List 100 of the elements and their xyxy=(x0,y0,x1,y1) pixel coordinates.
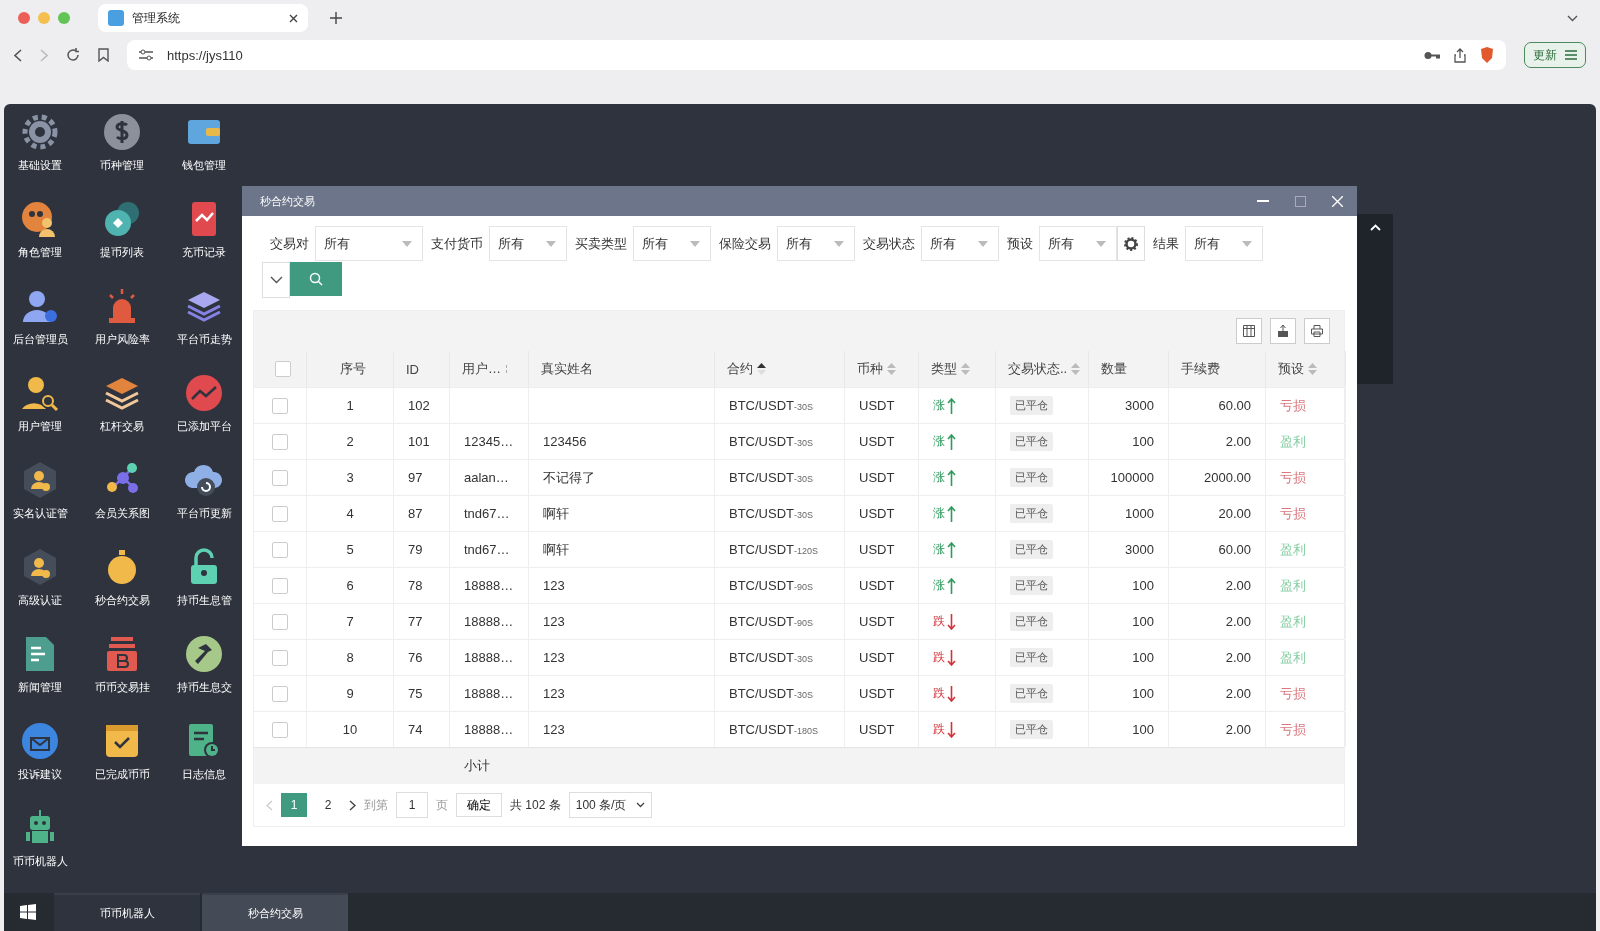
update-button[interactable]: 更新 xyxy=(1524,42,1586,68)
table-row[interactable]: 1 102 BTC/USDT-30S USDT 涨 已平仓 3000 60.00 亏损 xyxy=(254,387,1344,423)
table-cell: USDT xyxy=(859,506,895,521)
column-header[interactable]: ID xyxy=(394,351,450,387)
table-cell: 2.00 xyxy=(1225,650,1251,665)
desktop-shortcut[interactable]: 会员关系图 xyxy=(86,456,158,543)
table-cell: BTC/USDT-90S xyxy=(729,578,813,593)
filter-dropdown[interactable]: 所有 xyxy=(777,226,855,261)
table-cell: BTC/USDT-90S xyxy=(729,614,813,629)
desktop-shortcut[interactable]: 日志信息 xyxy=(168,717,240,804)
desktop-shortcut[interactable]: 高级认证 xyxy=(4,543,76,630)
table-row[interactable]: 5 79 tnd67… 啊轩 BTC/USDT-120S USDT 涨 已平仓 3000 60.00 盈利 xyxy=(254,531,1344,567)
column-header[interactable]: 数量 xyxy=(1089,351,1169,387)
table-cell: tnd67… xyxy=(464,506,510,521)
table-row[interactable]: 4 87 tnd67… 啊轩 BTC/USDT-30S USDT 涨 已平仓 1000 20.00 亏损 xyxy=(254,495,1344,531)
table-cell: 盈利 xyxy=(1280,612,1306,631)
table-cell: BTC/USDT-30S xyxy=(729,434,813,449)
column-header[interactable]: 类型 xyxy=(919,351,996,387)
table-row[interactable]: 7 77 18888… 123 BTC/USDT-90S USDT 跌 已平仓 100 2.00 盈利 xyxy=(254,603,1344,639)
table-cell: 123 xyxy=(543,578,565,593)
filter-dropdown[interactable]: 所有 xyxy=(633,226,711,261)
address-bar[interactable]: https://jys110 xyxy=(127,40,1506,70)
filter-dropdown[interactable]: 所有 xyxy=(921,226,999,261)
desktop-shortcut[interactable]: 已完成币币 xyxy=(86,717,158,804)
table-cell: 123456 xyxy=(543,434,587,449)
table-cell: 18888… xyxy=(464,578,514,593)
table-cell: 3 xyxy=(346,470,354,485)
column-header[interactable]: 用户… xyxy=(450,351,529,387)
confirm-button[interactable]: 确定 xyxy=(456,793,502,817)
taskbar-item[interactable]: 秒合约交易 xyxy=(202,893,348,931)
taskbar-item[interactable]: 币币机器人 xyxy=(54,893,200,931)
filter-dropdown[interactable]: 所有 xyxy=(1185,226,1263,261)
column-header[interactable]: 合约 xyxy=(715,351,845,387)
table-cell: BTC/USDT-120S xyxy=(729,542,819,557)
table-cell: 76 xyxy=(408,650,423,665)
desktop-shortcut[interactable]: 币币机器人 xyxy=(4,804,76,891)
filter-label: 交易状态 xyxy=(863,234,915,253)
table-cell: USDT xyxy=(859,686,895,701)
desktop-shortcut[interactable]: 币种管理 xyxy=(86,108,158,195)
table-cell: 102 xyxy=(408,398,430,413)
direction-label: 涨 xyxy=(933,433,956,450)
desktop-shortcut[interactable]: 基础设置 xyxy=(4,108,76,195)
desktop-shortcut[interactable]: 投诉建议 xyxy=(4,717,76,804)
column-header[interactable]: 预设 xyxy=(1266,351,1346,387)
desktop-shortcut[interactable]: 秒合约交易 xyxy=(86,543,158,630)
browser-tab[interactable]: 管理系统 xyxy=(98,4,308,32)
table-cell: USDT xyxy=(859,722,895,737)
table-cell: 18888… xyxy=(464,614,514,629)
desktop-shortcut[interactable]: 角色管理 xyxy=(4,195,76,282)
desktop-shortcut[interactable]: 平台币走势 xyxy=(168,282,240,369)
desktop-shortcut[interactable]: 平台币更新 xyxy=(168,456,240,543)
page-size-dropdown[interactable]: 100 条/页 xyxy=(568,792,653,818)
table-row[interactable]: 3 97 aalan… 不记得了 BTC/USDT-30S USDT 涨 已平仓 100000 2000.00 亏损 xyxy=(254,459,1344,495)
desktop-shortcut[interactable]: 持币生息管 xyxy=(168,543,240,630)
table-row[interactable]: 8 76 18888… 123 BTC/USDT-30S USDT 跌 已平仓 100 2.00 盈利 xyxy=(254,639,1344,675)
table-cell: 87 xyxy=(408,506,423,521)
table-cell: 3000 xyxy=(1125,398,1154,413)
table-cell: USDT xyxy=(859,542,895,557)
desktop-shortcut[interactable]: 已添加平台 xyxy=(168,369,240,456)
direction-label: 涨 xyxy=(933,505,956,522)
table-cell: 100 xyxy=(1132,650,1154,665)
desktop-shortcut[interactable]: 充币记录 xyxy=(168,195,240,282)
table-cell: 2.00 xyxy=(1225,686,1251,701)
desktop-shortcut[interactable]: 币币交易挂 xyxy=(86,630,158,717)
table-cell: 盈利 xyxy=(1280,432,1306,451)
filter-dropdown[interactable]: 所有 xyxy=(315,226,423,261)
table-cell: 77 xyxy=(408,614,423,629)
desktop-shortcut[interactable]: 实名认证管 xyxy=(4,456,76,543)
filter-dropdown[interactable]: 所有 xyxy=(1039,226,1117,261)
column-header[interactable]: 交易状态.. xyxy=(996,351,1089,387)
column-header[interactable]: 序号 xyxy=(307,351,394,387)
desktop-shortcut[interactable]: 用户风险率 xyxy=(86,282,158,369)
table-cell: 100000 xyxy=(1110,470,1154,485)
table-cell: 18888… xyxy=(464,722,514,737)
desktop-shortcut[interactable]: 后台管理员 xyxy=(4,282,76,369)
table-cell: 1000 xyxy=(1125,506,1154,521)
filter-dropdown[interactable]: 所有 xyxy=(489,226,567,261)
desktop-shortcut[interactable]: 新闻管理 xyxy=(4,630,76,717)
filter-label: 交易对 xyxy=(270,234,309,253)
desktop-shortcut[interactable]: 提币列表 xyxy=(86,195,158,282)
table-cell: 100 xyxy=(1132,434,1154,449)
table-cell: 100 xyxy=(1132,614,1154,629)
desktop-shortcut[interactable]: 钱包管理 xyxy=(168,108,240,195)
column-header[interactable]: 手续费 xyxy=(1169,351,1266,387)
desktop-shortcut[interactable]: 用户管理 xyxy=(4,369,76,456)
page-input[interactable]: 1 xyxy=(396,792,428,818)
table-cell: 4 xyxy=(346,506,354,521)
status-tag: 已平仓 xyxy=(1010,468,1053,487)
table-cell: 8 xyxy=(346,650,354,665)
table-cell: 79 xyxy=(408,542,423,557)
desktop-shortcut[interactable]: 持币生息交 xyxy=(168,630,240,717)
table-row[interactable]: 6 78 18888… 123 BTC/USDT-90S USDT 涨 已平仓 100 2.00 盈利 xyxy=(254,567,1344,603)
table-row[interactable]: 2 101 12345… 123456 BTC/USDT-30S USDT 涨 已平仓 100 2.00 盈利 xyxy=(254,423,1344,459)
column-header[interactable]: 币种 xyxy=(845,351,919,387)
direction-label: 涨 xyxy=(933,541,956,558)
table-cell: 123 xyxy=(543,614,565,629)
column-header[interactable]: 真实姓名 xyxy=(529,351,715,387)
desktop-shortcut[interactable]: 杠杆交易 xyxy=(86,369,158,456)
table-row[interactable]: 9 75 18888… 123 BTC/USDT-30S USDT 跌 已平仓 100 2.00 亏损 xyxy=(254,675,1344,711)
filter-label: 保险交易 xyxy=(719,234,771,253)
